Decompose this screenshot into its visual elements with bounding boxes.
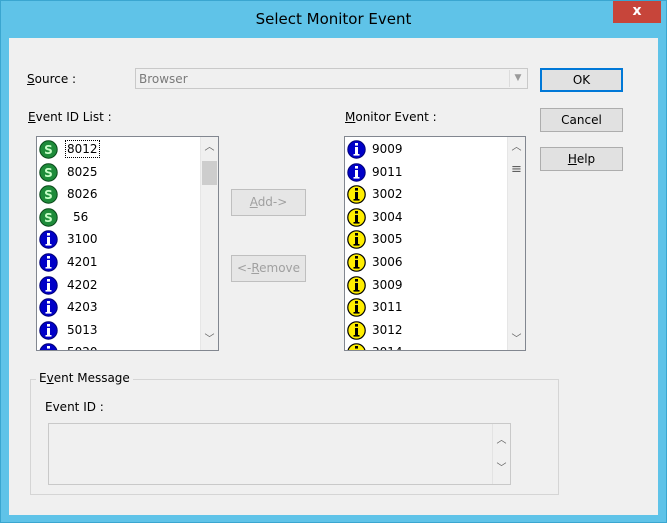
info-yellow-icon [347, 320, 366, 340]
info-blue-icon [39, 343, 58, 350]
info-yellow-icon [347, 230, 366, 250]
list-item-label: 3011 [372, 300, 403, 315]
list-item-label: 9011 [372, 164, 403, 179]
scroll-down-icon[interactable]: ﹀ [493, 460, 510, 477]
svg-text:S: S [44, 143, 53, 157]
list-item-label: 3005 [372, 232, 403, 247]
chevron-down-icon[interactable]: ▼ [509, 70, 526, 87]
add-button[interactable]: Add-> [231, 189, 306, 216]
monitor-event-list-scrollbar[interactable]: ︿ ≡ ﹀ [507, 137, 525, 350]
dialog-client-area: Source : Browser ▼ Event ID List : Monit… [9, 38, 658, 515]
dialog-title: Select Monitor Event [255, 10, 412, 28]
scroll-grip-icon[interactable]: ≡ [508, 161, 525, 178]
svg-text:S: S [44, 188, 53, 202]
source-label: Source : [27, 72, 77, 86]
s-badge-icon: S [39, 185, 58, 204]
list-item-label: 4202 [67, 277, 98, 292]
close-button[interactable]: x [613, 1, 661, 23]
event-id-listbox[interactable]: S 8012 S 8025 S 8026 S 56 3100 4201 4202 4203 5013 50… [36, 136, 219, 351]
info-yellow-icon [347, 253, 366, 272]
source-dropdown[interactable]: Browser ▼ [135, 68, 528, 89]
event-message-scrollbar[interactable]: ︿ ﹀ [492, 424, 510, 484]
event-message-group-title: Event Message [36, 371, 133, 385]
list-item-label: 9009 [372, 142, 403, 156]
info-blue-icon [39, 321, 58, 340]
list-item-label: 4203 [67, 300, 98, 315]
list-item-label: 3004 [372, 209, 403, 224]
list-item-label: 3009 [372, 277, 403, 292]
s-badge-icon: S [39, 140, 58, 159]
monitor-event-label: Monitor Event : [345, 110, 437, 124]
ok-button[interactable]: OK [540, 68, 623, 92]
info-blue-icon [39, 253, 58, 272]
list-item-label: 3002 [372, 187, 403, 202]
scroll-up-icon[interactable]: ︿ [508, 139, 525, 156]
info-blue-icon [39, 230, 58, 250]
event-id-label: Event ID : [45, 400, 104, 414]
list-item-label: 8026 [67, 187, 98, 202]
dialog-window: Select Monitor Event x Source : Browser … [0, 0, 667, 523]
cancel-button[interactable]: Cancel [540, 108, 623, 132]
title-bar[interactable]: Select Monitor Event x [1, 1, 666, 38]
info-blue-icon [347, 162, 366, 182]
info-yellow-icon [347, 343, 366, 350]
info-yellow-icon [347, 298, 366, 317]
info-yellow-icon [347, 207, 366, 227]
remove-button[interactable]: <-Remove [231, 255, 306, 282]
scroll-up-icon[interactable]: ︿ [493, 432, 510, 449]
list-item-label: 8025 [67, 164, 98, 179]
event-id-list-label: Event ID List : [28, 110, 112, 124]
info-blue-icon [39, 298, 58, 317]
scroll-down-icon[interactable]: ﹀ [201, 331, 218, 348]
event-id-list-scrollbar[interactable]: ︿ ﹀ [200, 137, 218, 350]
svg-text:S: S [44, 211, 53, 225]
list-item-label: 3012 [372, 322, 403, 337]
source-dropdown-value: Browser [139, 72, 188, 86]
s-badge-icon: S [39, 162, 58, 182]
event-message-textbox[interactable]: ︿ ﹀ [48, 423, 511, 485]
list-item-label: 3014 [372, 345, 403, 350]
scroll-up-icon[interactable]: ︿ [201, 139, 218, 156]
info-blue-icon [39, 275, 58, 295]
scroll-thumb[interactable] [202, 161, 217, 185]
list-item-label: 3100 [67, 232, 98, 247]
svg-text:S: S [44, 166, 53, 180]
list-item-label: 56 [73, 209, 89, 224]
list-item-label: 8012 [65, 140, 100, 158]
info-blue-icon [347, 140, 366, 159]
list-item-label: 5020 [67, 345, 98, 350]
scroll-down-icon[interactable]: ﹀ [508, 331, 525, 348]
list-item-label: 4201 [67, 254, 98, 269]
info-yellow-icon [347, 275, 366, 295]
info-yellow-icon [347, 185, 366, 204]
monitor-event-listbox[interactable]: 9009 9011 3002 3004 3005 3006 3009 3011 3012 3014… [344, 136, 526, 351]
help-button[interactable]: Help [540, 147, 623, 171]
list-item-label: 5013 [67, 322, 98, 337]
list-item-label: 3006 [372, 254, 403, 269]
s-badge-icon: S [39, 208, 58, 227]
